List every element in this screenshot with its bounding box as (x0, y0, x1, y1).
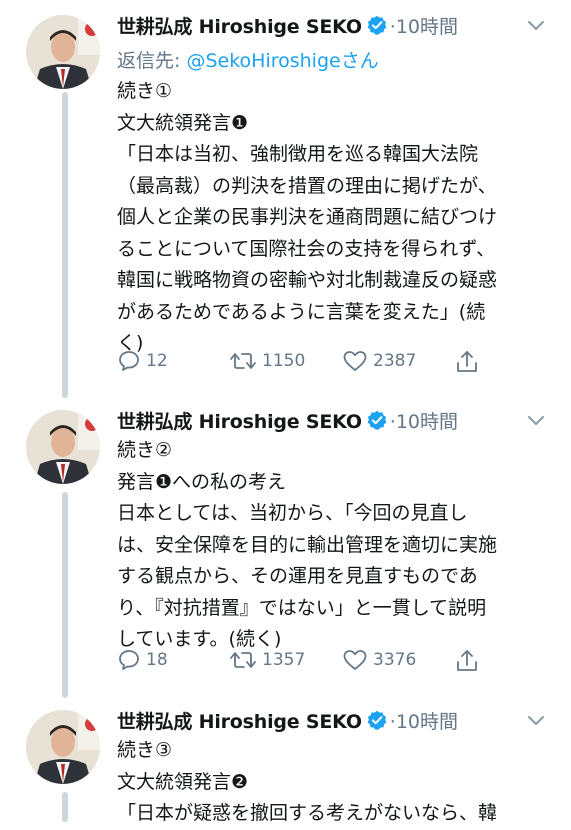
verified-badge-icon (367, 15, 387, 35)
reply-icon (119, 351, 139, 371)
reply-count: 18 (146, 650, 168, 670)
verified-badge-icon (367, 710, 387, 730)
tweet-text-line: があるためであるように言葉を変えた」(続 (117, 300, 486, 323)
retweet-icon (230, 652, 256, 668)
tweet-actions: 18 1357 3376 (117, 648, 557, 678)
tweet-text-line: 続き② (117, 439, 173, 461)
avatar[interactable] (26, 15, 100, 89)
reply-button[interactable]: 12 (117, 349, 168, 373)
tweet[interactable]: 世耕弘成 Hiroshige SEKO ·10時間 続き② 発言❶への私の考え … (0, 405, 571, 695)
tweet[interactable]: 世耕弘成 Hiroshige SEKO ·10時間 返信先: @SekoHiro… (0, 10, 571, 390)
like-button[interactable]: 2387 (342, 349, 416, 373)
tweet-actions: 12 1150 2387 (117, 349, 557, 379)
author-name[interactable]: 世耕弘成 Hiroshige SEKO (117, 12, 362, 39)
tweet-text-line: ることについて国際社会の支持を得られず、 (117, 237, 496, 260)
chevron-down-icon[interactable] (525, 711, 547, 731)
share-icon (457, 351, 477, 372)
author-name[interactable]: 世耕弘成 Hiroshige SEKO (117, 707, 362, 734)
tweet-timestamp[interactable]: ·10時間 (390, 12, 458, 39)
retweet-count: 1357 (262, 650, 306, 670)
like-icon (343, 351, 367, 371)
tweet[interactable]: 世耕弘成 Hiroshige SEKO ·10時間 続き③ 文大統領発言❷ 「日… (0, 705, 571, 824)
tweet-timestamp[interactable]: ·10時間 (390, 707, 458, 734)
reply-to-line: 返信先: @SekoHiroshigeさん (117, 46, 379, 73)
avatar[interactable] (26, 710, 100, 784)
retweet-button[interactable]: 1150 (229, 349, 305, 373)
tweet-header: 世耕弘成 Hiroshige SEKO ·10時間 (117, 10, 458, 40)
chevron-down-icon[interactable] (525, 411, 547, 431)
tweet-header: 世耕弘成 Hiroshige SEKO ·10時間 (117, 705, 458, 735)
tweet-text-line: り、『対抗措置』ではない」と一貫して説明 (117, 596, 487, 619)
tweet-text-line: 韓国に戦略物資の密輸や対北制裁違反の疑惑 (117, 269, 498, 291)
reply-to-label: 返信先: (117, 50, 187, 72)
reply-to-handle[interactable]: @SekoHiroshigeさん (186, 50, 378, 72)
like-count: 3376 (373, 650, 417, 670)
tweet-text-line: （最高裁）の判決を措置の理由に掲げたが、 (117, 174, 497, 197)
reply-button[interactable]: 18 (117, 648, 168, 672)
retweet-button[interactable]: 1357 (229, 648, 305, 672)
tweet-text-line: 「日本は当初、強制徴用を巡る韓国大法院 (117, 143, 479, 165)
share-button[interactable] (455, 648, 484, 674)
tweet-text-line: 「日本が疑惑を撤回する考えがないなら、韓 (117, 802, 498, 824)
tweet-text-line: 文大統領発言❶ (117, 111, 249, 134)
tweet-text-line: 文大統領発言❷ (117, 770, 249, 793)
author-name[interactable]: 世耕弘成 Hiroshige SEKO (117, 407, 362, 434)
retweet-count: 1150 (262, 351, 306, 371)
like-button[interactable]: 3376 (342, 648, 416, 672)
tweet-text-line: 続き① (117, 80, 173, 102)
retweet-icon (230, 353, 256, 369)
tweet-timestamp[interactable]: ·10時間 (390, 407, 458, 434)
verified-badge-icon (367, 410, 387, 430)
chevron-down-icon[interactable] (525, 16, 547, 36)
tweet-text-line: 日本としては、当初から、「今回の見直し (117, 502, 468, 524)
tweet-text: 続き③ 文大統領発言❷ 「日本が疑惑を撤回する考えがないなら、韓 (117, 735, 557, 830)
like-count: 2387 (373, 351, 417, 371)
tweet-text-line: は、安全保障を目的に輸出管理を適切に実施 (117, 533, 498, 556)
reply-icon (119, 650, 139, 670)
tweet-text-line: する観点から、その運用を見直すものであ (117, 565, 478, 587)
tweet-text-line: 個人と企業の民事判決を通商問題に結びつけ (117, 206, 498, 228)
tweet-text: 続き② 発言❶への私の考え 日本としては、当初から、「今回の見直し は、安全保障… (117, 435, 557, 656)
like-icon (343, 650, 367, 670)
tweet-header: 世耕弘成 Hiroshige SEKO ·10時間 (117, 405, 458, 435)
tweet-text-line: 発言❶への私の考え (117, 470, 287, 493)
avatar[interactable] (26, 410, 100, 484)
share-button[interactable] (455, 349, 484, 375)
tweet-text: 続き① 文大統領発言❶ 「日本は当初、強制徴用を巡る韓国大法院 （最高裁）の判決… (117, 76, 557, 360)
share-icon (457, 650, 477, 671)
reply-count: 12 (146, 351, 168, 371)
tweet-text-line: 続き③ (117, 739, 173, 761)
